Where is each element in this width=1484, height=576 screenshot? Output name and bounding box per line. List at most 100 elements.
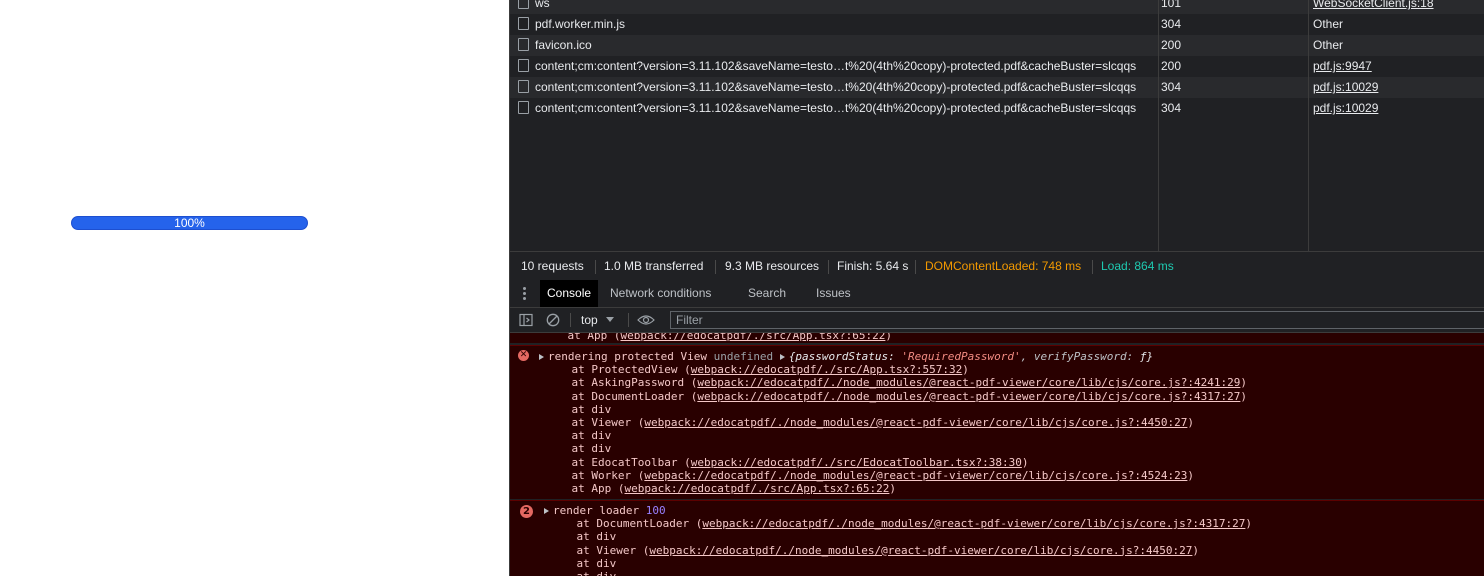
stack-line: at DocumentLoader (webpack://edocatpdf/.… (550, 517, 1253, 531)
stack-line: at App (webpack://edocatpdf/./src/App.ts… (545, 481, 897, 495)
stack-line: at EdocatToolbar (webpack://edocatpdf/./… (545, 455, 1029, 469)
request-name[interactable]: pdf.worker.min.js (518, 14, 1158, 35)
file-icon (518, 80, 529, 93)
context-label: top (581, 313, 598, 327)
stack-link[interactable]: webpack://edocatpdf/./node_modules/@reac… (697, 376, 1240, 389)
eye-icon[interactable] (637, 313, 655, 327)
tab-network-conditions[interactable]: Network conditions (603, 280, 718, 307)
request-name[interactable]: content;cm:content?version=3.11.102&save… (518, 98, 1158, 119)
transferred-size: 1.0 MB transferred (604, 259, 704, 273)
request-name[interactable]: content;cm:content?version=3.11.102&save… (518, 56, 1158, 77)
network-request-table: content;cm:content?version=3.11.102&save… (510, 0, 1484, 251)
stack-line: at Viewer (webpack://edocatpdf/./node_mo… (545, 415, 1195, 429)
pdf-viewer-page: 100% (0, 0, 509, 576)
file-icon (518, 59, 529, 72)
finish-time: Finish: 5.64 s (837, 259, 909, 273)
stack-trace: at ProtectedView (webpack://edocatpdf/./… (510, 363, 1484, 495)
file-icon (518, 0, 529, 9)
divider (828, 260, 829, 274)
request-name[interactable]: content;cm:content?version=3.11.102&save… (518, 77, 1158, 98)
divider (1092, 260, 1093, 274)
stack-line: at div (545, 429, 612, 443)
context-selector[interactable]: top (581, 308, 614, 332)
expand-triangle-icon (779, 354, 785, 360)
divider (915, 260, 916, 274)
stack-link[interactable]: webpack://edocatpdf/./src/App.tsx?:65:22 (620, 333, 885, 342)
network-summary-bar: 10 requests 1.0 MB transferred 9.3 MB re… (510, 251, 1484, 281)
file-icon (518, 17, 529, 30)
chevron-down-icon (605, 317, 614, 322)
expand-triangle-icon (539, 354, 544, 360)
stack-link[interactable]: webpack://edocatpdf/./node_modules/@reac… (702, 517, 1245, 530)
stack-link[interactable]: webpack://edocatpdf/./src/App.tsx?:557:3… (691, 363, 963, 376)
request-initiator[interactable]: WebSocketClient.js:18 (1313, 0, 1434, 14)
divider (595, 260, 596, 274)
stack-link[interactable]: webpack://edocatpdf/./node_modules/@reac… (644, 416, 1187, 429)
stack-line: at div (550, 556, 617, 570)
table-row[interactable]: favicon.ico 200 Other (510, 35, 1484, 56)
request-status: 304 (1161, 17, 1182, 31)
stack-line: at Viewer (webpack://edocatpdf/./node_mo… (550, 543, 1200, 557)
request-status: 304 (1161, 80, 1182, 94)
file-icon (518, 38, 529, 51)
stack-line: at AskingPassword (webpack://edocatpdf/.… (545, 376, 1248, 390)
error-icon: ✕ (518, 350, 529, 361)
stack-line: at App (webpack://edocatpdf/./src/App.ts… (510, 333, 1484, 342)
stack-link[interactable]: webpack://edocatpdf/./node_modules/@reac… (697, 390, 1240, 403)
loading-progress-bar: 100% (71, 216, 308, 230)
request-name[interactable]: ws (518, 0, 1158, 14)
console-error-message: 2 render loader 100 at DocumentLoader (w… (510, 500, 1484, 576)
console-error-message: ✕ rendering protected View undefined {pa… (510, 345, 1484, 499)
tab-console[interactable]: Console (540, 280, 599, 307)
load-time: Load: 864 ms (1101, 259, 1174, 273)
sidebar-icon[interactable] (519, 313, 533, 327)
divider (570, 313, 571, 327)
request-initiator[interactable]: pdf.js:9947 (1313, 56, 1372, 77)
repeat-count-badge: 2 (520, 505, 533, 518)
stack-line: at div (550, 530, 617, 544)
column-divider (1158, 0, 1159, 251)
console-message-text[interactable]: rendering protected View undefined {pass… (510, 350, 1484, 363)
table-row[interactable]: ws 101 WebSocketClient.js:18 (510, 0, 1484, 14)
stack-link[interactable]: webpack://edocatpdf/./src/EdocatToolbar.… (691, 456, 1022, 469)
console-message-text[interactable]: render loader 100 (510, 504, 1484, 517)
resources-size: 9.3 MB resources (725, 259, 820, 273)
more-options-icon[interactable] (523, 287, 526, 301)
expand-triangle-icon (544, 508, 549, 514)
stack-link[interactable]: webpack://edocatpdf/./node_modules/@reac… (649, 544, 1192, 557)
tab-search[interactable]: Search (741, 280, 793, 307)
request-name[interactable]: favicon.ico (518, 35, 1158, 56)
requests-count: 10 requests (521, 259, 584, 273)
column-divider (1308, 0, 1309, 251)
stack-link[interactable]: webpack://edocatpdf/./src/App.tsx?:65:22 (624, 482, 889, 495)
request-status: 304 (1161, 101, 1182, 115)
request-status: 200 (1161, 59, 1182, 73)
dom-content-loaded-time: DOMContentLoaded: 748 ms (925, 259, 1082, 273)
clear-console-icon[interactable] (546, 313, 560, 327)
devtools-panel: content;cm:content?version=3.11.102&save… (509, 0, 1484, 576)
request-initiator[interactable]: pdf.js:10029 (1313, 98, 1378, 119)
console-message-partial: at App (webpack://edocatpdf/./src/App.ts… (510, 333, 1484, 343)
stack-line: at div (545, 402, 612, 416)
stack-line: at DocumentLoader (webpack://edocatpdf/.… (545, 389, 1248, 403)
stack-line: at div (550, 570, 1484, 576)
file-icon (518, 101, 529, 114)
console-toolbar: top (510, 308, 1484, 333)
request-status: 200 (1161, 38, 1182, 52)
divider (628, 313, 629, 327)
stack-line: at div (545, 442, 612, 456)
tab-issues[interactable]: Issues (809, 280, 858, 307)
request-initiator[interactable]: pdf.js:10029 (1313, 77, 1378, 98)
request-initiator: Other (1313, 38, 1344, 52)
stack-line: at ProtectedView (webpack://edocatpdf/./… (545, 363, 969, 377)
stack-trace: at DocumentLoader (webpack://edocatpdf/.… (510, 517, 1484, 576)
request-initiator: Other (1313, 17, 1344, 31)
console-filter-input[interactable] (670, 311, 1484, 329)
console-output: at App (webpack://edocatpdf/./src/App.ts… (510, 333, 1484, 576)
table-row[interactable]: content;cm:content?version=3.11.102&save… (510, 56, 1484, 77)
table-row[interactable]: content;cm:content?version=3.11.102&save… (510, 77, 1484, 98)
table-row[interactable]: pdf.worker.min.js 304 Other (510, 14, 1484, 35)
stack-link[interactable]: webpack://edocatpdf/./node_modules/@reac… (644, 469, 1187, 482)
table-row[interactable]: content;cm:content?version=3.11.102&save… (510, 98, 1484, 119)
stack-line: at Worker (webpack://edocatpdf/./node_mo… (545, 468, 1195, 482)
